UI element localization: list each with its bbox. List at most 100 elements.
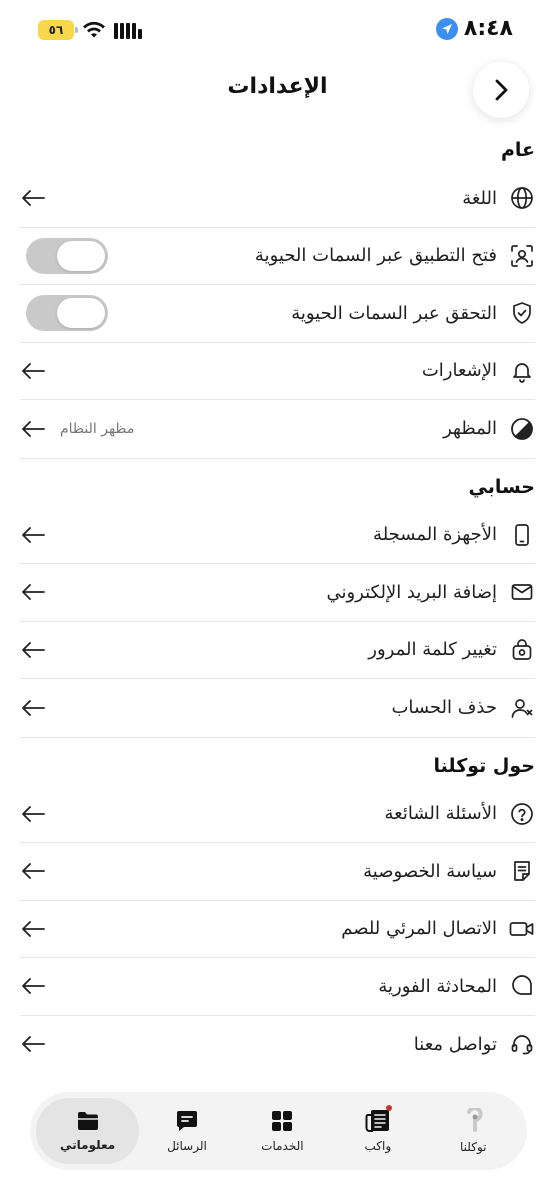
chevron-right-icon <box>495 79 508 101</box>
row-trail: مظهر النظام <box>20 400 134 458</box>
nav-wakeb-label: واكب <box>364 1139 392 1153</box>
faq-row[interactable]: الأسئلة الشائعة <box>20 786 535 843</box>
appearance-row[interactable]: المظهر مظهر النظام <box>20 400 535 458</box>
biometric-verify-label: التحقق عبر السمات الحيوية <box>291 302 497 324</box>
toggle-knob <box>57 298 105 329</box>
toggle-knob <box>57 240 105 271</box>
back-button[interactable] <box>473 62 529 118</box>
document-icon <box>509 858 535 884</box>
arrow-left-icon <box>22 699 45 716</box>
change-password-row[interactable]: تغيير كلمة المرور <box>20 622 535 679</box>
nav-messages[interactable]: الرسائل <box>139 1098 234 1164</box>
devices-row[interactable]: الأجهزة المسجلة <box>20 507 535 564</box>
language-row[interactable]: اللغة <box>20 170 535 228</box>
row-trail <box>20 901 46 958</box>
headset-icon <box>509 1031 535 1057</box>
notifications-label: الإشعارات <box>421 360 497 382</box>
section-title-general: عام <box>500 139 535 161</box>
privacy-label: سياسة الخصوصية <box>363 860 497 882</box>
newspaper-icon <box>365 1110 389 1132</box>
envelope-icon <box>509 579 535 605</box>
lock-icon <box>509 637 535 663</box>
face-id-icon <box>509 243 535 269</box>
nav-wakeb[interactable]: واكب <box>330 1098 425 1164</box>
arrow-left-icon <box>22 190 45 207</box>
grid-icon <box>272 1111 293 1131</box>
row-trail <box>20 958 46 1015</box>
row-trail <box>20 1016 46 1074</box>
row-trail <box>20 786 46 843</box>
globe-icon <box>509 185 535 211</box>
privacy-row[interactable]: سياسة الخصوصية <box>20 843 535 901</box>
battery-icon: ٥٦ <box>38 20 78 40</box>
video-call-label: الاتصال المرئي للصم <box>341 918 497 940</box>
arrow-left-icon <box>22 1036 45 1053</box>
arrow-left-icon <box>22 805 45 822</box>
bell-icon <box>509 358 535 384</box>
nav-tawakkalna[interactable]: توكلنا <box>426 1098 521 1164</box>
arrow-left-icon <box>22 863 45 880</box>
biometric-open-toggle[interactable] <box>26 237 108 274</box>
arrow-left-icon <box>22 526 45 543</box>
bottom-navigation: معلوماتي الرسائل الخدمات واكب توكلنا <box>30 1092 527 1170</box>
section-title-account: حسابي <box>468 475 535 498</box>
tawakkalna-logo-icon <box>467 1108 483 1132</box>
header: الإعدادات <box>0 60 555 120</box>
status-time-area: ٨:٤٨ <box>435 16 513 41</box>
user-remove-icon <box>509 695 535 721</box>
add-email-label: إضافة البريد الإلكتروني <box>326 581 497 603</box>
nav-my-info-label: معلوماتي <box>60 1138 116 1152</box>
nav-services[interactable]: الخدمات <box>235 1098 330 1164</box>
nav-my-info[interactable]: معلوماتي <box>36 1098 140 1164</box>
arrow-left-icon <box>22 420 45 437</box>
biometric-verify-toggle[interactable] <box>26 295 108 332</box>
section-title-about: حول توكلنا <box>433 754 535 777</box>
nav-services-label: الخدمات <box>261 1139 304 1153</box>
arrow-left-icon <box>22 641 45 658</box>
page-title: الإعدادات <box>227 74 328 99</box>
row-trail <box>20 228 108 285</box>
arrow-left-icon <box>22 362 45 379</box>
shield-check-icon <box>509 300 535 326</box>
delete-account-row[interactable]: حذف الحساب <box>20 679 535 737</box>
appearance-value: مظهر النظام <box>60 420 135 437</box>
contact-label: تواصل معنا <box>413 1033 497 1055</box>
arrow-left-icon <box>22 978 45 995</box>
row-trail <box>20 507 46 564</box>
question-circle-icon <box>509 801 535 827</box>
wifi-icon <box>83 21 105 38</box>
row-trail <box>20 843 46 900</box>
faq-label: الأسئلة الشائعة <box>384 803 497 825</box>
add-email-row[interactable]: إضافة البريد الإلكتروني <box>20 564 535 622</box>
nav-tawakkalna-label: توكلنا <box>460 1140 487 1154</box>
battery-level: ٥٦ <box>48 23 64 37</box>
cellular-signal-icon <box>114 21 142 39</box>
notifications-row[interactable]: الإشعارات <box>20 343 535 400</box>
row-trail <box>20 564 46 621</box>
phone-icon <box>509 522 535 548</box>
status-icons: ٥٦ <box>38 20 142 40</box>
status-bar: ٥٦ ٨:٤٨ <box>0 0 555 62</box>
message-icon <box>176 1111 197 1131</box>
delete-account-label: حذف الحساب <box>391 697 497 719</box>
nav-messages-label: الرسائل <box>167 1139 207 1153</box>
contact-row[interactable]: تواصل معنا <box>20 1016 535 1074</box>
settings-list: عام اللغة فتح التطبيق عبر السمات الحيوية… <box>0 130 555 1073</box>
appearance-label: المظهر <box>443 418 497 440</box>
biometric-verify-row: التحقق عبر السمات الحيوية <box>20 285 535 343</box>
contrast-icon <box>509 416 535 442</box>
live-chat-label: المحادثة الفورية <box>378 975 497 997</box>
devices-label: الأجهزة المسجلة <box>373 524 497 546</box>
row-trail <box>20 285 108 342</box>
status-time: ٨:٤٨ <box>463 16 513 41</box>
live-chat-row[interactable]: المحادثة الفورية <box>20 958 535 1016</box>
language-label: اللغة <box>462 187 497 209</box>
biometric-open-label: فتح التطبيق عبر السمات الحيوية <box>254 245 497 267</box>
notification-dot <box>386 1105 393 1111</box>
arrow-left-icon <box>22 920 45 937</box>
row-trail <box>20 170 46 227</box>
location-arrow-icon <box>435 17 458 40</box>
biometric-open-row: فتح التطبيق عبر السمات الحيوية <box>20 228 535 285</box>
video-call-row[interactable]: الاتصال المرئي للصم <box>20 901 535 958</box>
